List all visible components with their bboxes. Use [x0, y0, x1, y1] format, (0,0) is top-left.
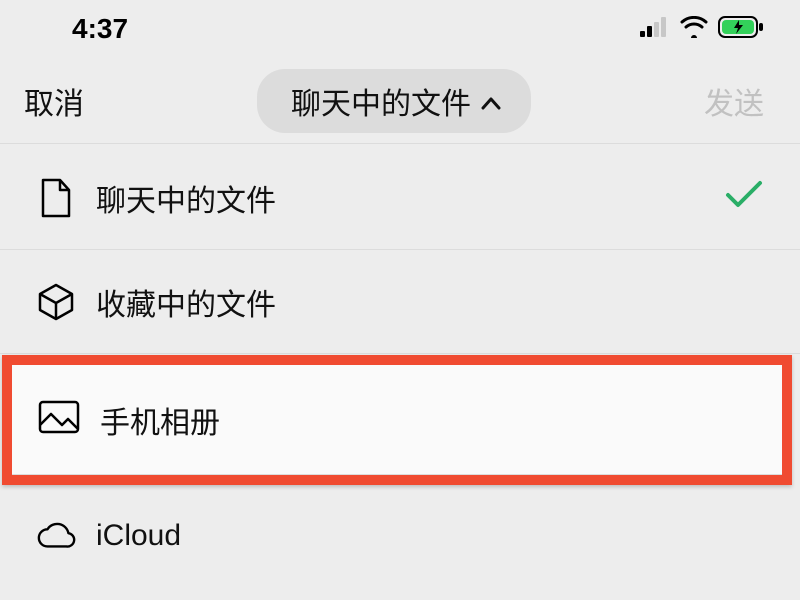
cancel-button[interactable]: 取消: [24, 79, 84, 123]
file-icon: [36, 178, 76, 218]
option-label: 手机相册: [100, 398, 220, 442]
option-label: 收藏中的文件: [96, 280, 276, 324]
send-button[interactable]: 发送: [704, 79, 764, 123]
title-label: 聊天中的文件: [291, 79, 471, 123]
nav-bar: 取消 聊天中的文件 发送: [0, 58, 800, 144]
chevron-up-icon: [481, 84, 501, 118]
title-dropdown[interactable]: 聊天中的文件: [257, 69, 531, 133]
option-favorite-files[interactable]: 收藏中的文件: [0, 250, 800, 354]
status-indicators: [640, 16, 764, 43]
wifi-icon: [680, 16, 708, 43]
option-phone-album[interactable]: 手机相册: [12, 365, 782, 475]
option-icloud[interactable]: iCloud: [0, 484, 800, 588]
option-chat-files[interactable]: 聊天中的文件: [0, 146, 800, 250]
checkmark-icon: [724, 179, 764, 216]
cellular-icon: [640, 17, 670, 42]
cube-icon: [36, 282, 76, 322]
option-label: iCloud: [96, 519, 181, 553]
status-time: 4:37: [72, 13, 128, 45]
status-bar: 4:37: [0, 0, 800, 58]
option-label: 聊天中的文件: [96, 176, 276, 220]
cloud-icon: [36, 521, 76, 551]
battery-icon: [718, 16, 764, 43]
photo-icon: [38, 400, 80, 439]
